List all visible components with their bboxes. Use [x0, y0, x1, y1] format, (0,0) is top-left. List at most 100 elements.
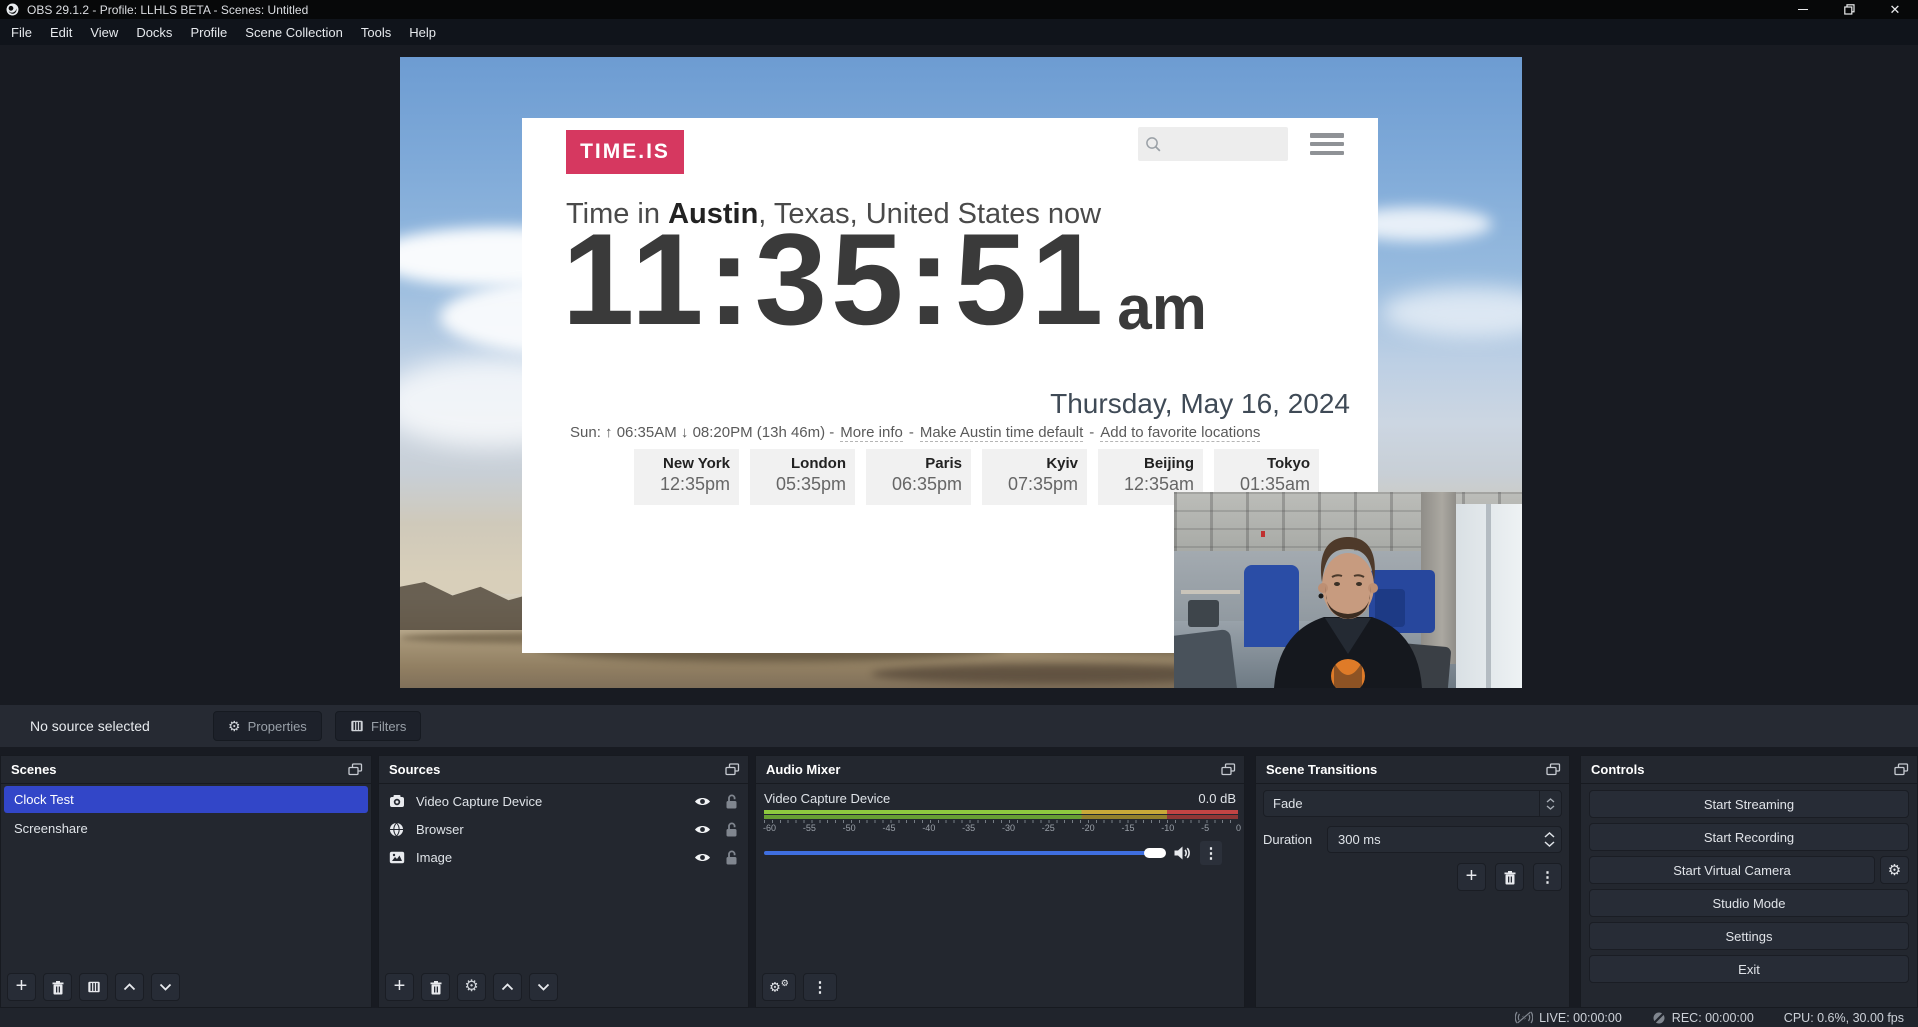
duration-spinbox[interactable]: 300 ms [1327, 826, 1562, 853]
settings-button[interactable]: Settings [1589, 922, 1909, 950]
advanced-audio-button[interactable]: ⚙⚙ [762, 973, 796, 1001]
mixer-menu-button[interactable]: ⋮ [803, 973, 837, 1001]
timeis-date: Thursday, May 16, 2024 [1050, 388, 1350, 420]
menu-help[interactable]: Help [400, 19, 445, 45]
close-button[interactable]: ✕ [1872, 0, 1918, 19]
add-transition-button[interactable]: + [1457, 863, 1486, 891]
visibility-eye-icon[interactable] [694, 852, 711, 863]
mixer-panel-header: Audio Mixer [756, 756, 1244, 784]
timeis-logo[interactable]: TIME.IS [566, 130, 684, 174]
popout-icon[interactable] [348, 763, 363, 776]
scenes-panel-title: Scenes [11, 762, 57, 777]
source-properties-button[interactable]: ⚙ [457, 973, 486, 1001]
volume-slider-handle[interactable] [1144, 848, 1166, 858]
timeis-search-box[interactable] [1138, 127, 1288, 161]
source-row-image[interactable]: Image [379, 843, 748, 871]
volume-slider[interactable] [764, 847, 1164, 859]
duration-label: Duration [1263, 832, 1327, 847]
lock-unlocked-icon[interactable] [725, 794, 738, 809]
menu-docks[interactable]: Docks [127, 19, 181, 45]
transition-select[interactable]: Fade [1263, 790, 1562, 817]
menu-edit[interactable]: Edit [41, 19, 81, 45]
move-scene-up-button[interactable] [115, 973, 144, 1001]
studio-mode-button[interactable]: Studio Mode [1589, 889, 1909, 917]
sources-toolbar: + ⚙ [385, 973, 558, 1001]
record-muted-icon [1652, 1011, 1666, 1025]
hamburger-menu-icon[interactable] [1310, 133, 1344, 155]
city-card-new-york[interactable]: New York12:35pm [634, 449, 739, 505]
exit-button[interactable]: Exit [1589, 955, 1909, 983]
chevron-down-icon [1546, 805, 1555, 810]
meter-scale: -60-55-50-45-40-35-30-25-20-15-10-50 [764, 823, 1242, 833]
popout-icon[interactable] [1546, 763, 1561, 776]
transitions-panel-header: Scene Transitions [1256, 756, 1569, 784]
remove-source-button[interactable] [421, 973, 450, 1001]
menu-view[interactable]: View [81, 19, 127, 45]
program-canvas[interactable]: TIME.IS Time in Austin, Texas, United St… [400, 57, 1522, 688]
clock-meridiem: am [1117, 278, 1207, 340]
duration-value: 300 ms [1328, 832, 1381, 847]
visibility-eye-icon[interactable] [694, 824, 711, 835]
properties-button[interactable]: ⚙ Properties [213, 711, 322, 741]
minimize-button[interactable] [1780, 0, 1826, 19]
lock-unlocked-icon[interactable] [725, 822, 738, 837]
scene-item-screenshare[interactable]: Screenshare [4, 815, 368, 842]
transition-menu-button[interactable]: ⋮ [1533, 863, 1562, 891]
transitions-panel-title: Scene Transitions [1266, 762, 1377, 777]
menu-profile[interactable]: Profile [181, 19, 236, 45]
scene-item-clock-test[interactable]: Clock Test [4, 786, 368, 813]
menu-scene-collection[interactable]: Scene Collection [236, 19, 352, 45]
filters-button[interactable]: Filters [335, 711, 421, 741]
scenes-list: Clock Test Screenshare [1, 786, 371, 842]
gear-icon: ⚙ [1888, 863, 1901, 878]
remove-scene-button[interactable] [43, 973, 72, 1001]
source-row-video-capture[interactable]: Video Capture Device [379, 787, 748, 815]
source-status-label: No source selected [30, 718, 150, 734]
transitions-buttons: + ⋮ [1256, 863, 1562, 891]
city-card-kyiv[interactable]: Kyiv07:35pm [982, 449, 1087, 505]
lock-unlocked-icon[interactable] [725, 850, 738, 865]
mixer-channel-menu-button[interactable]: ⋮ [1200, 841, 1222, 865]
restore-icon [1844, 4, 1855, 15]
person [1174, 492, 1522, 688]
make-default-link[interactable]: Make Austin time default [920, 424, 1083, 442]
more-info-link[interactable]: More info [840, 424, 903, 442]
city-card-london[interactable]: London05:35pm [750, 449, 855, 505]
start-streaming-button[interactable]: Start Streaming [1589, 790, 1909, 818]
move-source-up-button[interactable] [493, 973, 522, 1001]
webcam-overlay [1174, 492, 1522, 688]
mixer-panel-title: Audio Mixer [766, 762, 840, 777]
live-status: LIVE: 00:00:00 [1515, 1011, 1622, 1025]
popout-icon[interactable] [725, 763, 740, 776]
preview-area[interactable]: TIME.IS Time in Austin, Texas, United St… [0, 45, 1918, 705]
close-icon: ✕ [1890, 3, 1901, 16]
window-title: OBS 29.1.2 - Profile: LLHLS BETA - Scene… [27, 3, 308, 17]
speaker-icon[interactable] [1173, 845, 1191, 861]
virtual-camera-settings-button[interactable]: ⚙ [1880, 856, 1909, 884]
restore-button[interactable] [1826, 0, 1872, 19]
chevron-down-icon[interactable] [1544, 841, 1555, 847]
popout-icon[interactable] [1221, 763, 1236, 776]
popout-icon[interactable] [1894, 763, 1909, 776]
menu-tools[interactable]: Tools [352, 19, 400, 45]
filter-icon [350, 719, 364, 733]
double-gear-icon: ⚙⚙ [769, 978, 789, 995]
menu-file[interactable]: File [2, 19, 41, 45]
remove-transition-button[interactable] [1495, 863, 1524, 891]
add-favorite-link[interactable]: Add to favorite locations [1100, 424, 1260, 442]
move-source-down-button[interactable] [529, 973, 558, 1001]
start-recording-button[interactable]: Start Recording [1589, 823, 1909, 851]
add-source-button[interactable]: + [385, 973, 414, 1001]
transition-selected-value: Fade [1264, 796, 1303, 811]
city-card-paris[interactable]: Paris06:35pm [866, 449, 971, 505]
chevron-up-icon[interactable] [1544, 832, 1555, 838]
sources-list: Video Capture Device Browser [379, 784, 748, 871]
add-scene-button[interactable]: + [7, 973, 36, 1001]
start-virtual-camera-button[interactable]: Start Virtual Camera [1589, 856, 1875, 884]
move-scene-down-button[interactable] [151, 973, 180, 1001]
visibility-eye-icon[interactable] [694, 796, 711, 807]
source-row-browser[interactable]: Browser [379, 815, 748, 843]
sun-times: Sun: ↑ 06:35AM ↓ 08:20PM (13h 46m) - [570, 424, 834, 442]
minimize-icon [1798, 9, 1808, 11]
scene-filters-button[interactable] [79, 973, 108, 1001]
